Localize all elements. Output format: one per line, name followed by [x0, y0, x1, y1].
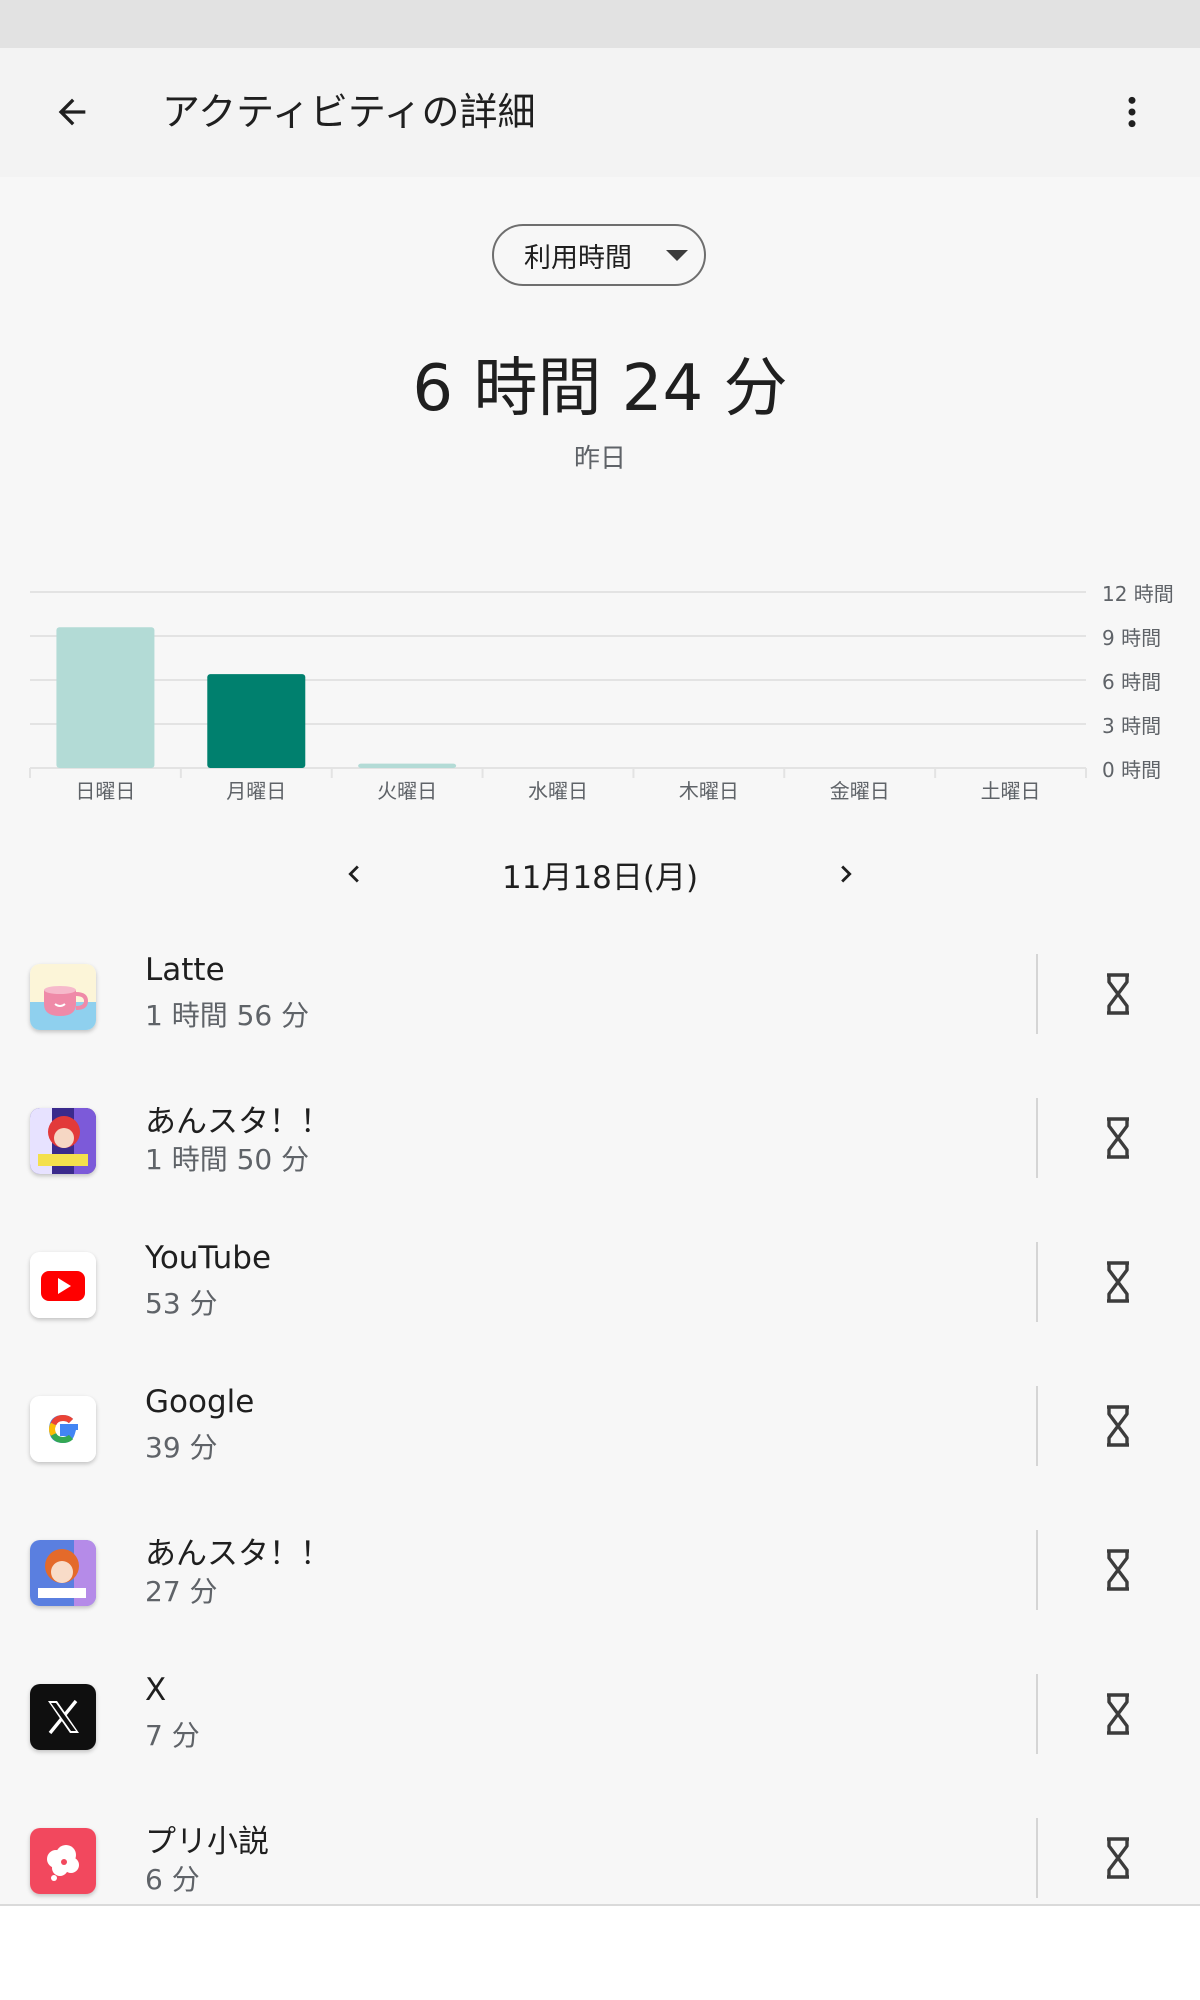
total-usage-time: 6 時間 24 分 — [412, 352, 788, 426]
app-row-ensemble-stars-basic[interactable]: あんスタ！！ 27 分 — [0, 1504, 1200, 1648]
selected-day-label: 昨日 — [573, 444, 626, 474]
current-date: 11月18日(月) — [501, 860, 699, 896]
app-name: Google — [145, 1384, 255, 1420]
row-divider — [1036, 1818, 1038, 1898]
app-timer-button[interactable] — [1086, 1538, 1150, 1602]
bottom-divider — [0, 1904, 1200, 1906]
app-usage-time: 53 分 — [145, 1287, 218, 1320]
app-row-google[interactable]: Google 39 分 — [0, 1360, 1200, 1504]
chart-y-tick-label: 3 時間 — [1102, 714, 1161, 738]
chart-y-tick-label: 9 時間 — [1102, 626, 1161, 650]
metric-dropdown-label: 利用時間 — [524, 242, 632, 274]
next-day-button[interactable] — [814, 842, 878, 906]
chart-y-tick-label: 0 時間 — [1102, 758, 1161, 782]
activity-detail-screen: アクティビティの詳細 利用時間 6 時間 24 分 昨日 12 時間 9 時間 6 … — [0, 48, 1200, 1904]
app-timer-button[interactable] — [1086, 962, 1150, 1026]
chart-x-tick-label: 水曜日 — [528, 779, 588, 803]
chart-x-tick-label: 木曜日 — [679, 779, 739, 803]
youtube-app-icon — [30, 1252, 96, 1318]
hourglass-icon — [1107, 1693, 1129, 1735]
app-name: YouTube — [145, 1240, 272, 1276]
row-divider — [1036, 1530, 1038, 1610]
app-name: あんスタ！！ — [145, 1104, 331, 1140]
metric-dropdown[interactable]: 利用時間 — [492, 224, 706, 286]
chart-x-tick-label: 火曜日 — [377, 779, 437, 803]
puri-shousetsu-app-icon — [30, 1828, 96, 1894]
x-app-icon — [30, 1684, 96, 1750]
app-row-ensemble-stars-music[interactable]: あんスタ！！ 1 時間 50 分 — [0, 1072, 1200, 1216]
app-name: Latte — [145, 952, 225, 988]
triangle-down-icon — [666, 250, 688, 261]
app-name: X — [145, 1672, 167, 1708]
ensemble-stars-music-app-icon — [30, 1108, 96, 1174]
hourglass-icon — [1107, 1837, 1129, 1879]
chart-x-tick-label: 土曜日 — [981, 779, 1041, 803]
app-usage-time: 27 分 — [145, 1575, 218, 1608]
app-timer-button[interactable] — [1086, 1106, 1150, 1170]
row-divider — [1036, 954, 1038, 1034]
chart-x-tick-label: 金曜日 — [830, 779, 890, 803]
app-timer-button[interactable] — [1086, 1682, 1150, 1746]
app-timer-button[interactable] — [1086, 1826, 1150, 1890]
app-usage-time: 1 時間 50 分 — [145, 1143, 310, 1176]
app-usage-time: 6 分 — [145, 1863, 200, 1896]
app-usage-time: 7 分 — [145, 1719, 200, 1752]
chart-x-tick-label: 日曜日 — [75, 779, 135, 803]
app-timer-button[interactable] — [1086, 1250, 1150, 1314]
hourglass-icon — [1107, 1117, 1129, 1159]
arrow-left-icon — [58, 98, 86, 126]
weekly-usage-chart-svg: 12 時間 9 時間 6 時間 3 時間 0 時間日曜日 月曜日 火曜日 水曜日 木曜日 金曜日 土… — [29, 582, 1174, 803]
ensemble-stars-basic-app-icon — [30, 1540, 96, 1606]
app-name: あんスタ！！ — [145, 1536, 331, 1572]
app-row-puri-shousetsu[interactable]: プリ小説 6 分 — [0, 1792, 1200, 1904]
chart-y-tick-label: 12 時間 — [1102, 582, 1174, 606]
chart-x-tick-label: 月曜日 — [226, 779, 286, 803]
date-navigation: 11月18日(月) — [0, 838, 1200, 910]
hourglass-icon — [1107, 1261, 1129, 1303]
app-row-latte[interactable]: Latte 1 時間 56 分 — [0, 928, 1200, 1072]
row-divider — [1036, 1386, 1038, 1466]
hourglass-icon — [1107, 1549, 1129, 1591]
chart-y-tick-label: 6 時間 — [1102, 670, 1161, 694]
row-divider — [1036, 1674, 1038, 1754]
chart-bar — [358, 763, 457, 768]
row-divider — [1036, 1242, 1038, 1322]
latte-app-icon — [30, 964, 96, 1030]
google-app-icon — [30, 1396, 96, 1462]
hourglass-icon — [1107, 1405, 1129, 1447]
chevron-right-icon — [841, 865, 852, 883]
back-button[interactable] — [40, 80, 104, 144]
chart-bar — [56, 627, 155, 768]
page-title: アクティビティの詳細 — [162, 90, 536, 134]
app-name: プリ小説 — [145, 1824, 269, 1860]
app-usage-time: 1 時間 56 分 — [145, 999, 310, 1032]
more-options-button[interactable] — [1100, 80, 1164, 144]
app-row-youtube[interactable]: YouTube 53 分 — [0, 1216, 1200, 1360]
more-vertical-icon — [1128, 96, 1136, 128]
weekly-usage-chart: 12 時間 9 時間 6 時間 3 時間 0 時間日曜日 月曜日 火曜日 水曜日 木曜日 金曜日 土… — [0, 528, 1200, 822]
app-usage-time: 39 分 — [145, 1431, 218, 1464]
app-bar: アクティビティの詳細 — [0, 48, 1200, 177]
status-bar — [0, 0, 1200, 48]
app-timer-button[interactable] — [1086, 1394, 1150, 1458]
row-divider — [1036, 1098, 1038, 1178]
chart-bar — [207, 674, 306, 768]
hourglass-icon — [1107, 973, 1129, 1015]
app-row-x[interactable]: X 7 分 — [0, 1648, 1200, 1792]
